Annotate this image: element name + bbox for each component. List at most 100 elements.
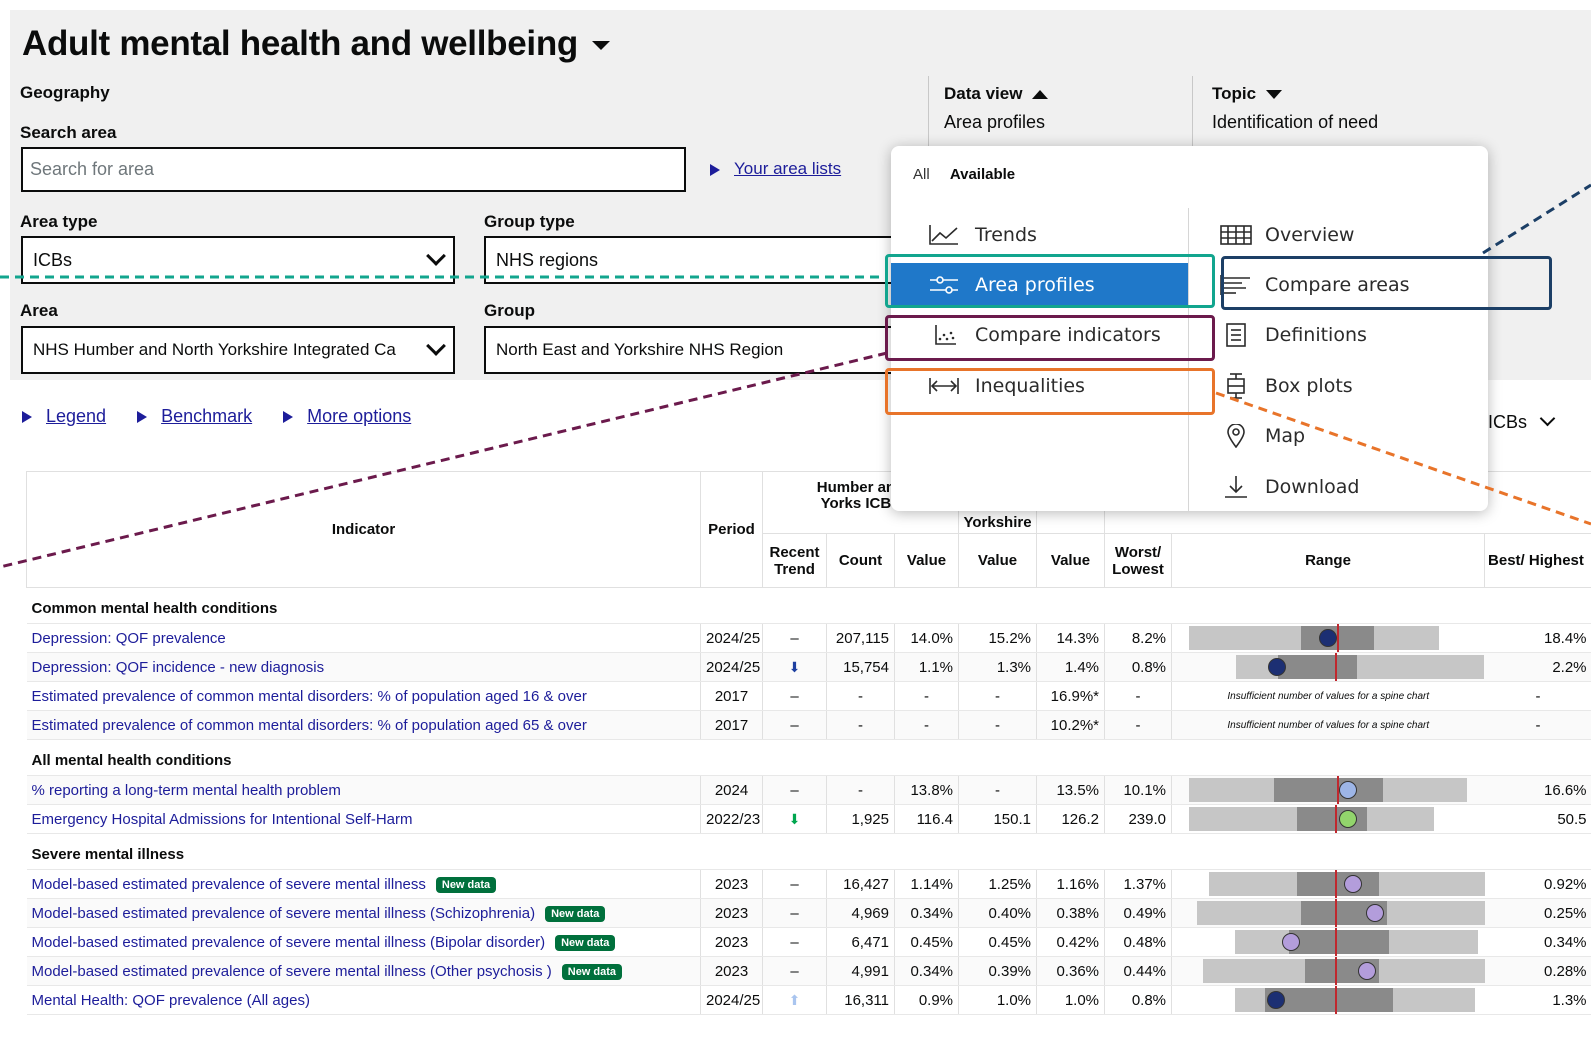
section-title: Common mental health conditions: [26, 587, 1591, 624]
indicator-cell[interactable]: Estimated prevalence of common mental di…: [26, 681, 701, 711]
indicator-header[interactable]: Indicator: [26, 471, 701, 588]
benchmark-link[interactable]: Benchmark: [137, 406, 252, 426]
england-value-header[interactable]: Value: [1036, 533, 1106, 588]
table-row[interactable]: Emergency Hospital Admissions for Intent…: [26, 804, 1591, 834]
chevron-down-icon: [426, 336, 446, 356]
area-lists-link[interactable]: Your area lists: [710, 159, 841, 179]
indicator-link[interactable]: Estimated prevalence of common mental di…: [32, 717, 587, 734]
count-header[interactable]: Count: [826, 533, 895, 588]
indicator-cell[interactable]: Model-based estimated prevalence of seve…: [26, 956, 701, 986]
region-value-header[interactable]: Value: [958, 533, 1038, 588]
topic-label: Topic: [1212, 84, 1257, 103]
indicator-cell[interactable]: Depression: QOF incidence - new diagnosi…: [26, 652, 701, 682]
region-value-cell: 1.3%: [958, 652, 1037, 682]
indicator-cell[interactable]: Model-based estimated prevalence of seve…: [26, 869, 701, 899]
area-select[interactable]: NHS Humber and North Yorkshire Integrate…: [21, 326, 455, 374]
menu-item-map[interactable]: Map: [1189, 414, 1488, 458]
search-input[interactable]: [23, 149, 684, 190]
legend-link-text[interactable]: Legend: [46, 406, 106, 426]
indicator-link[interactable]: Model-based estimated prevalence of seve…: [32, 905, 536, 922]
title-caret-icon[interactable]: [591, 41, 610, 51]
indicator-link[interactable]: Emergency Hospital Admissions for Intent…: [32, 811, 413, 828]
trend-cell: –: [762, 623, 827, 653]
area-value-marker: [1267, 991, 1286, 1009]
indicator-link[interactable]: % reporting a long-term mental health pr…: [32, 782, 341, 799]
table-row[interactable]: Model-based estimated prevalence of seve…: [26, 898, 1591, 928]
value-header[interactable]: Value: [893, 533, 960, 588]
table-row[interactable]: Mental Health: QOF prevalence (All ages)…: [26, 985, 1591, 1015]
region-value-cell: 0.40%: [958, 898, 1037, 928]
search-area-label: Search area: [20, 123, 117, 142]
worst-lowest-header[interactable]: Worst/ Lowest: [1104, 533, 1173, 588]
more-options-link-text[interactable]: More options: [307, 406, 411, 426]
legend-link[interactable]: Legend: [22, 406, 106, 426]
group-select[interactable]: North East and Yorkshire NHS Region: [484, 326, 924, 374]
worst-cell: 239.0: [1104, 804, 1172, 834]
indicator-link[interactable]: Estimated prevalence of common mental di…: [32, 688, 587, 705]
indicator-cell[interactable]: Model-based estimated prevalence of seve…: [26, 898, 701, 928]
england-value-cell: 1.16%: [1036, 869, 1105, 899]
topic-toggle[interactable]: Topic: [1212, 84, 1283, 104]
page-title[interactable]: Adult mental health and wellbeing: [22, 24, 610, 64]
period-header[interactable]: Period: [700, 471, 763, 588]
best-cell: 16.6%: [1484, 775, 1591, 805]
table-row[interactable]: Depression: QOF incidence - new diagnosi…: [26, 652, 1591, 682]
tab-available[interactable]: Available: [950, 166, 1015, 183]
table-row[interactable]: Model-based estimated prevalence of seve…: [26, 927, 1591, 957]
table-row[interactable]: Model-based estimated prevalence of seve…: [26, 869, 1591, 899]
indicator-cell[interactable]: Estimated prevalence of common mental di…: [26, 710, 701, 740]
table-row[interactable]: Depression: QOF prevalence 2024/25 – 207,11…: [26, 623, 1591, 653]
area-type-select[interactable]: ICBs: [21, 236, 455, 284]
area-value-marker: [1268, 658, 1287, 676]
indicator-cell[interactable]: Emergency Hospital Admissions for Intent…: [26, 804, 701, 834]
indicator-link[interactable]: Mental Health: QOF prevalence (All ages): [32, 992, 310, 1009]
trend-cell: –: [762, 869, 827, 899]
best-highest-header[interactable]: Best/ Highest: [1484, 533, 1591, 588]
indicator-cell[interactable]: % reporting a long-term mental health pr…: [26, 775, 701, 805]
expand-triangle-icon: [710, 163, 720, 176]
trend-cell: ⬇: [762, 652, 827, 682]
compare-select[interactable]: ICBs: [1488, 410, 1556, 433]
region-value-cell: -: [958, 775, 1037, 805]
menu-item-download[interactable]: Download: [1189, 465, 1488, 509]
indicator-link[interactable]: Depression: QOF prevalence: [32, 630, 226, 647]
indicator-link[interactable]: Model-based estimated prevalence of seve…: [32, 934, 546, 951]
menu-item-trends[interactable]: Trends: [891, 213, 1188, 257]
region-value-cell: 0.45%: [958, 927, 1037, 957]
recent-trend-header[interactable]: Recent Trend: [762, 533, 827, 588]
box-plot-icon: [1219, 373, 1253, 399]
spine-chart: [1173, 957, 1485, 985]
table-row[interactable]: Model-based estimated prevalence of seve…: [26, 956, 1591, 986]
search-area-field[interactable]: [21, 147, 686, 192]
more-options-link[interactable]: More options: [283, 406, 411, 426]
indicator-link[interactable]: Depression: QOF incidence - new diagnosi…: [32, 659, 325, 676]
indicator-cell[interactable]: Model-based estimated prevalence of seve…: [26, 927, 701, 957]
indicator-cell[interactable]: Mental Health: QOF prevalence (All ages): [26, 985, 701, 1015]
region-value-cell: -: [958, 681, 1037, 711]
data-view-toggle[interactable]: Data view: [944, 84, 1049, 104]
trend-no-change-icon: –: [790, 962, 799, 980]
table-row[interactable]: % reporting a long-term mental health pr…: [26, 775, 1591, 805]
table-row[interactable]: Estimated prevalence of common mental di…: [26, 681, 1591, 711]
menu-item-definitions[interactable]: Definitions: [1189, 313, 1488, 357]
best-cell: 0.92%: [1484, 869, 1591, 899]
table-row[interactable]: Estimated prevalence of common mental di…: [26, 710, 1591, 740]
indicator-link[interactable]: Model-based estimated prevalence of seve…: [32, 963, 552, 980]
highlight-area-profiles: [885, 254, 1215, 308]
new-data-badge: New data: [545, 905, 606, 922]
menu-item-box-plots[interactable]: Box plots: [1189, 364, 1488, 408]
indicator-link[interactable]: Model-based estimated prevalence of seve…: [32, 876, 426, 893]
benchmark-link-text[interactable]: Benchmark: [161, 406, 252, 426]
group-type-select[interactable]: NHS regions: [484, 236, 924, 284]
period-cell: 2024: [700, 775, 763, 805]
area-lists-link-text[interactable]: Your area lists: [734, 159, 841, 178]
period-cell: 2017: [700, 681, 763, 711]
indicator-cell[interactable]: Depression: QOF prevalence: [26, 623, 701, 653]
menu-item-overview[interactable]: Overview: [1189, 213, 1488, 257]
area-type-value: ICBs: [33, 249, 73, 270]
period-cell: 2022/23: [700, 804, 763, 834]
area-value-marker: [1319, 629, 1338, 647]
range-spine-cell: [1171, 927, 1485, 957]
tab-all[interactable]: All: [913, 166, 930, 183]
period-cell: 2023: [700, 927, 763, 957]
